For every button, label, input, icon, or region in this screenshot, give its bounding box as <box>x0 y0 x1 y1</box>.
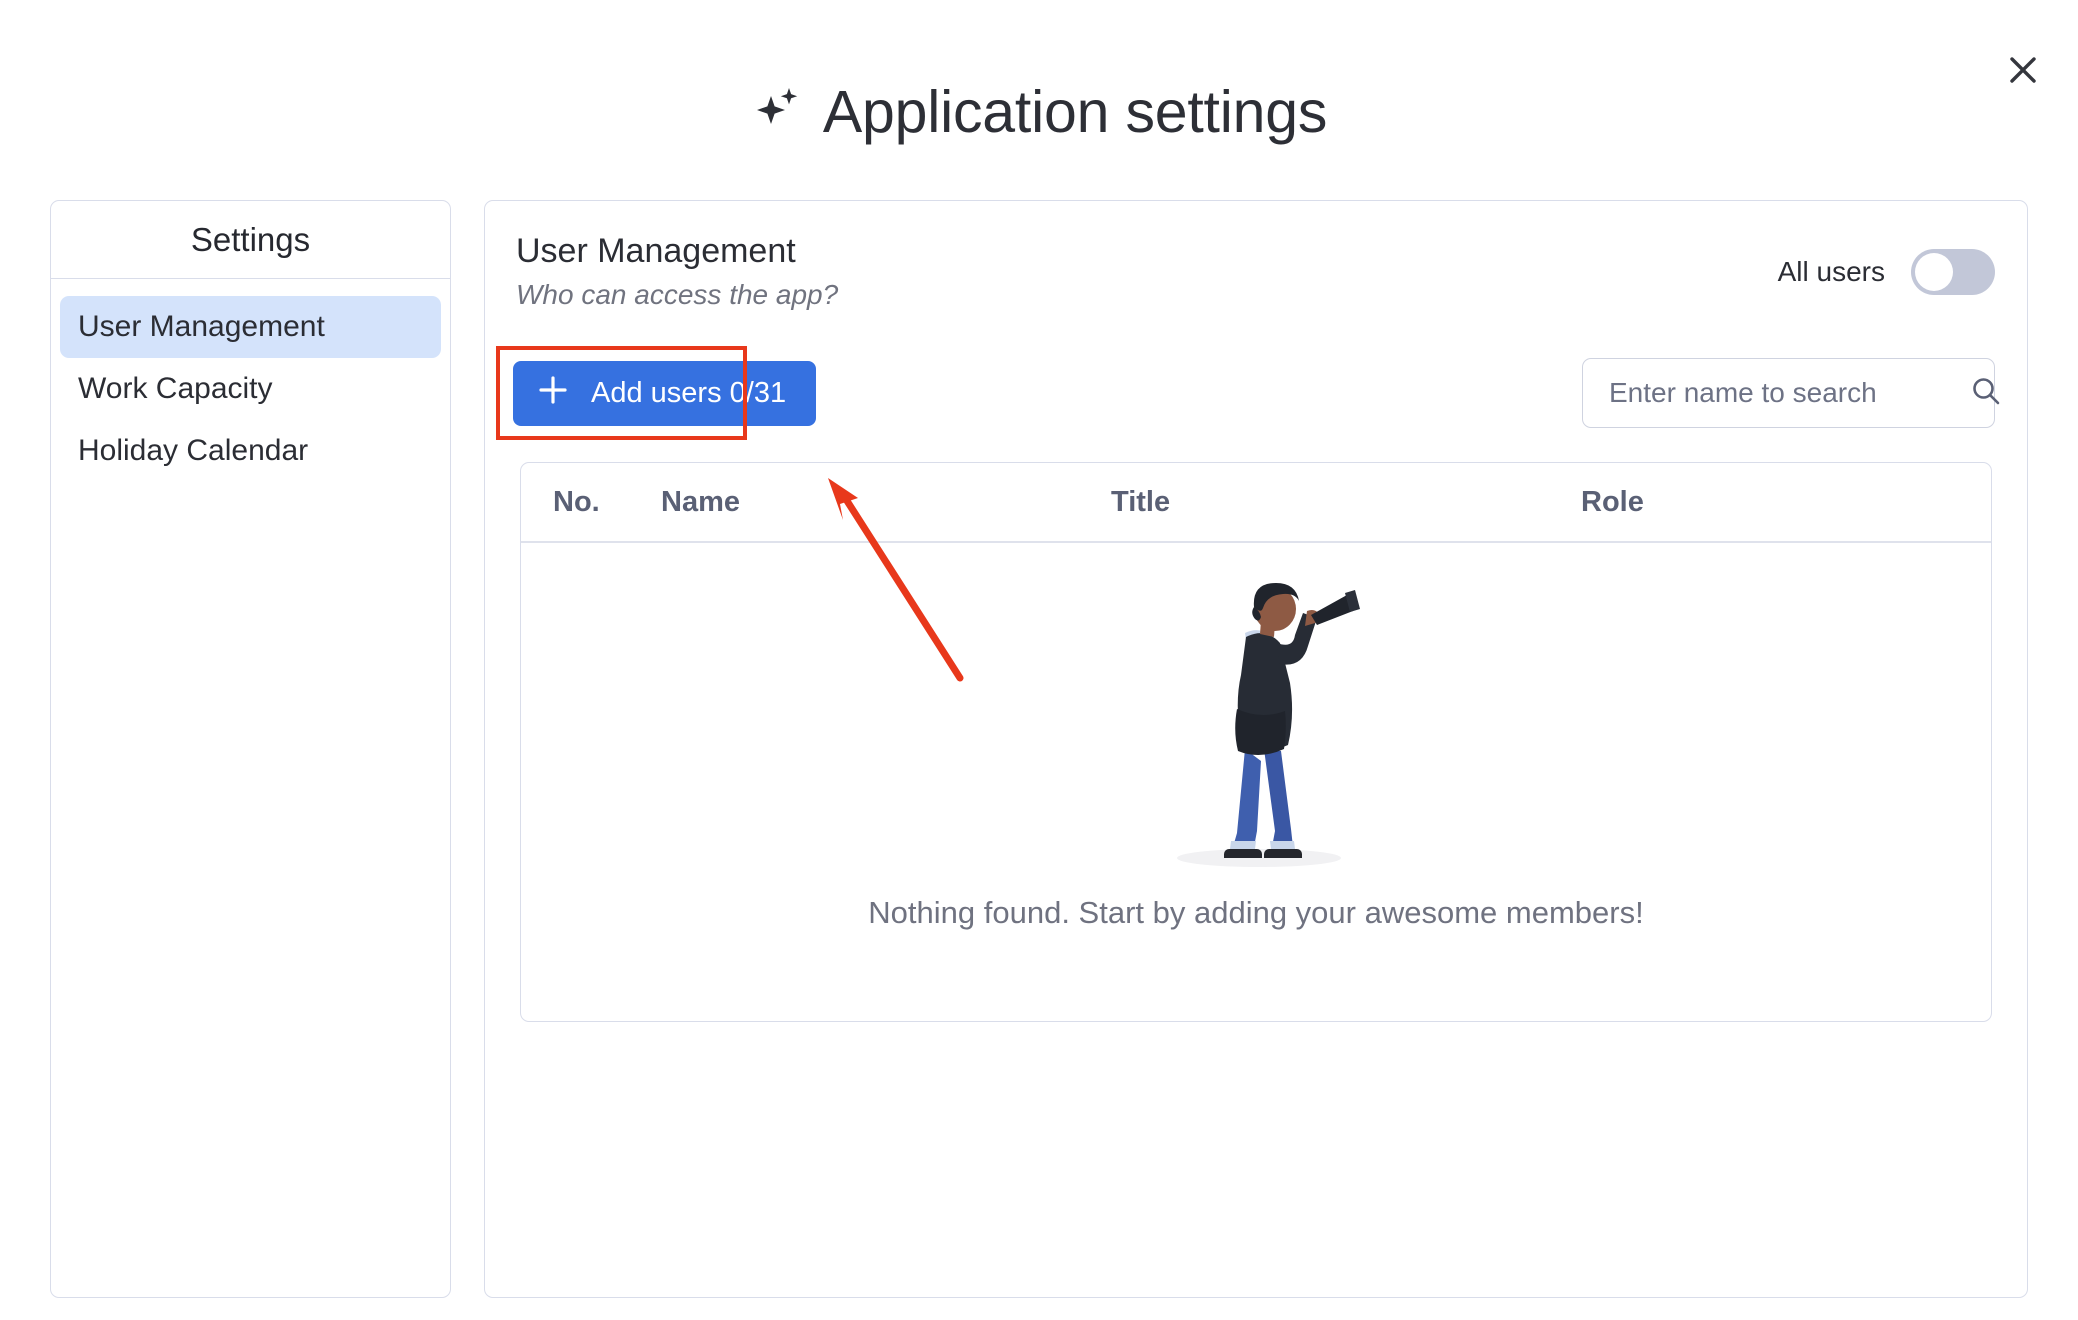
search-box[interactable] <box>1582 358 2000 428</box>
table-empty-state: Nothing found. Start by adding your awes… <box>521 543 1991 1019</box>
sidebar-item-label: User Management <box>78 310 325 343</box>
column-header-role: Role <box>1581 485 1644 518</box>
settings-sidebar: Settings User Management Work Capacity H… <box>50 200 451 1298</box>
page-title-text: Application settings <box>822 79 1328 145</box>
add-users-button[interactable]: Add users 0/31 <box>513 361 817 426</box>
sparkles-icon <box>751 82 805 150</box>
column-header-title: Title <box>1111 485 1171 518</box>
all-users-label: All users <box>1777 256 1885 287</box>
all-users-toggle[interactable] <box>1911 249 1995 295</box>
column-header-no: No. <box>553 485 600 518</box>
plus-icon <box>537 374 569 414</box>
person-with-telescope-illustration <box>1141 581 1371 886</box>
sidebar-item-holiday-calendar[interactable]: Holiday Calendar <box>60 420 441 482</box>
application-settings-dialog: Application settings Settings User Manag… <box>0 0 2078 1320</box>
search-icon[interactable] <box>1970 375 2002 412</box>
toggle-knob <box>1915 253 1953 291</box>
sidebar-item-list: User Management Work Capacity Holiday Ca… <box>51 279 450 482</box>
panel-title: User Management <box>516 232 796 270</box>
sidebar-item-work-capacity[interactable]: Work Capacity <box>60 358 441 420</box>
add-users-button-label: Add users 0/31 <box>591 377 787 409</box>
page-title: Application settings <box>0 78 2078 150</box>
user-management-panel: User Management Who can access the app? … <box>484 200 2028 1298</box>
all-users-control: All users <box>1778 249 1995 295</box>
search-input[interactable] <box>1609 377 1970 409</box>
sidebar-item-user-management[interactable]: User Management <box>60 296 441 358</box>
users-table: No. Name Title Role Nothing found. Start… <box>520 462 1992 1022</box>
sidebar-item-label: Holiday Calendar <box>78 434 309 467</box>
sidebar-item-label: Work Capacity <box>78 372 273 405</box>
panel-subtitle: Who can access the app? <box>516 279 839 310</box>
panel-header: User Management Who can access the app? <box>516 232 838 311</box>
table-header-row: No. Name Title Role <box>521 463 1991 543</box>
column-header-name: Name <box>661 485 740 518</box>
sidebar-header: Settings <box>51 201 450 279</box>
empty-state-message: Nothing found. Start by adding your awes… <box>868 895 1644 930</box>
